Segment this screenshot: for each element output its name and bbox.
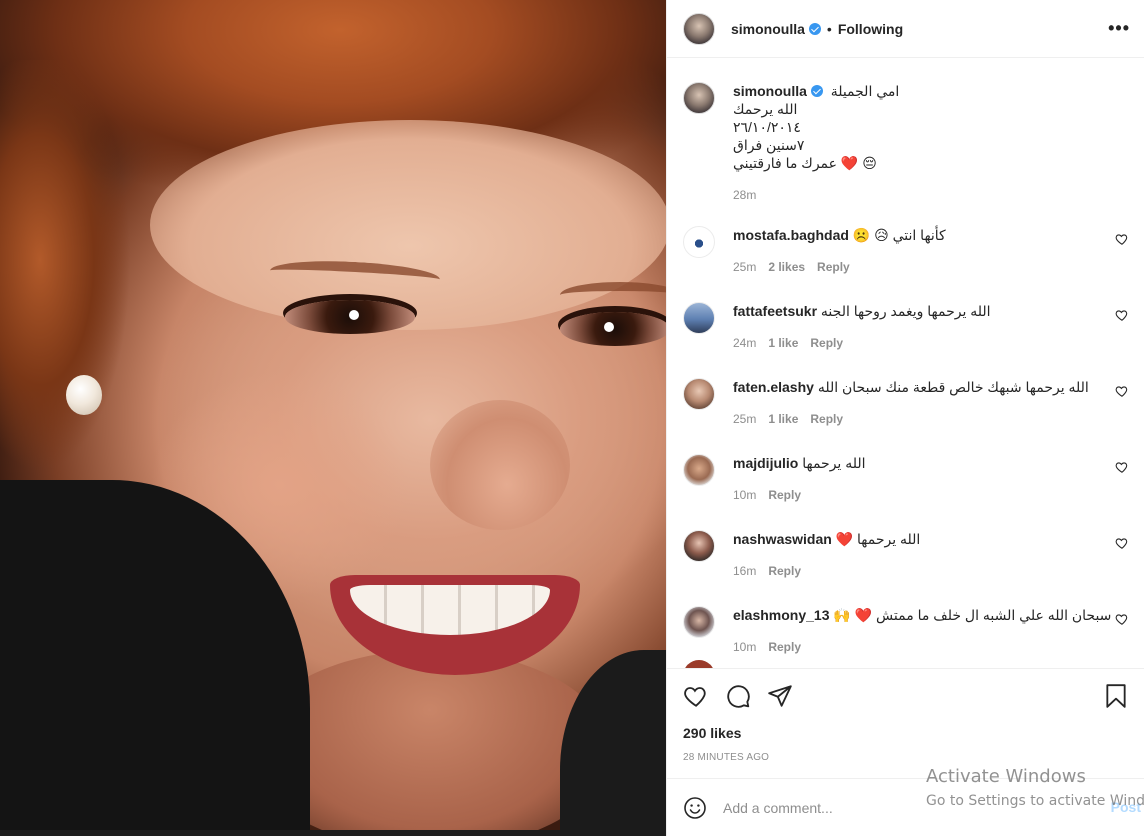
save-icon[interactable] <box>1103 683 1129 709</box>
comment-icon[interactable] <box>725 683 751 709</box>
comment-likes[interactable]: 1 like <box>768 410 798 428</box>
post-photo[interactable] <box>0 0 666 830</box>
commenter-avatar[interactable] <box>683 226 715 258</box>
comment-like-icon[interactable] <box>1115 308 1129 322</box>
comment-time[interactable]: 24m <box>733 334 756 352</box>
comment-time[interactable]: 10m <box>733 638 756 656</box>
comment-item: majdijulio الله يرحمها 10m Reply <box>683 454 1129 504</box>
caption-username[interactable]: simonoulla <box>733 83 807 99</box>
comment-time[interactable]: 16m <box>733 562 756 580</box>
comment-text: الله يرحمها <box>802 455 866 471</box>
comment-like-icon[interactable] <box>1115 612 1129 626</box>
caption-avatar[interactable] <box>683 82 715 114</box>
commenter-avatar[interactable] <box>683 530 715 562</box>
caption-line: امي الجميلة <box>830 83 900 99</box>
comment-text: 🙌 ❤️ سبحان الله علي الشبه ال خلف ما ممتش <box>833 607 1112 623</box>
next-comment-clipped <box>683 658 1123 668</box>
reply-button[interactable]: Reply <box>810 334 843 352</box>
comment-item: faten.elashy الله يرحمها شبهك خالص قطعة … <box>683 378 1129 428</box>
comment-text: الله يرحمها ويغمد روحها الجنه <box>820 303 991 319</box>
comment-username[interactable]: mostafa.baghdad <box>733 227 849 243</box>
post-comment-button[interactable]: Post <box>1111 799 1141 815</box>
commenter-avatar[interactable] <box>683 454 715 486</box>
comment-username[interactable]: fattafeetsukr <box>733 303 817 319</box>
post-timestamp[interactable]: 28 MINUTES AGO <box>683 752 1129 763</box>
photo-eye-right <box>560 312 666 346</box>
emoji-icon[interactable] <box>683 796 707 820</box>
taskbar-strip <box>0 830 666 836</box>
comment-likes[interactable]: 2 likes <box>768 258 805 276</box>
add-comment-bar: Add a comment... Post <box>667 778 1144 836</box>
reply-button[interactable]: Reply <box>768 486 801 504</box>
caption-line: ٢٦/١٠/٢٠١٤ <box>733 119 801 135</box>
reply-button[interactable]: Reply <box>768 562 801 580</box>
caption-time[interactable]: 28m <box>733 186 756 204</box>
post-header: simonoulla • Following ••• <box>667 0 1144 58</box>
photo-eye-left <box>285 300 415 334</box>
commenter-avatar[interactable] <box>683 378 715 410</box>
photo-earring <box>66 375 102 415</box>
more-options-icon[interactable]: ••• <box>1108 18 1130 39</box>
author-username[interactable]: simonoulla <box>731 21 805 37</box>
caption: simonoulla امي الجميلة الله يرحمك ٢٦/١٠/… <box>683 82 1129 204</box>
comment-username[interactable]: nashwaswidan <box>733 531 832 547</box>
like-icon[interactable] <box>683 683 709 709</box>
verified-badge-icon <box>808 22 821 35</box>
caption-line: الله يرحمك <box>733 101 798 117</box>
following-button[interactable]: Following <box>838 21 903 37</box>
comment-item: nashwaswidan ❤️ الله يرحمها 16m Reply <box>683 530 1129 580</box>
comment-time[interactable]: 25m <box>733 410 756 428</box>
share-icon[interactable] <box>767 683 793 709</box>
post-actions: 290 likes 28 MINUTES AGO <box>667 668 1144 778</box>
post-panel: simonoulla • Following ••• simonoulla ام… <box>666 0 1144 836</box>
caption-line: ٧سنين فراق <box>733 137 805 153</box>
reply-button[interactable]: Reply <box>768 638 801 656</box>
comments-list[interactable]: simonoulla امي الجميلة الله يرحمك ٢٦/١٠/… <box>667 58 1144 668</box>
comment-text: ❤️ الله يرحمها <box>835 531 921 547</box>
comment-like-icon[interactable] <box>1115 232 1129 246</box>
caption-line: 😔 ❤️ عمرك ما فارقتيني <box>733 155 877 171</box>
comment-like-icon[interactable] <box>1115 384 1129 398</box>
likes-count[interactable]: 290 likes <box>683 725 1129 741</box>
separator-dot: • <box>826 20 832 37</box>
comment-item: elashmony_13 🙌 ❤️ سبحان الله علي الشبه ا… <box>683 606 1129 656</box>
comment-item: mostafa.baghdad ☹️ 😥 كأنها انتي 25m 2 li… <box>683 226 1129 276</box>
comment-username[interactable]: majdijulio <box>733 455 798 471</box>
comment-like-icon[interactable] <box>1115 536 1129 550</box>
comment-time[interactable]: 25m <box>733 258 756 276</box>
commenter-avatar[interactable] <box>683 302 715 334</box>
comment-likes[interactable]: 1 like <box>768 334 798 352</box>
comment-username[interactable]: faten.elashy <box>733 379 814 395</box>
comment-text: الله يرحمها شبهك خالص قطعة منك سبحان الل… <box>817 379 1089 395</box>
commenter-avatar[interactable] <box>683 606 715 638</box>
reply-button[interactable]: Reply <box>817 258 850 276</box>
verified-badge-icon <box>810 85 823 97</box>
comment-item: fattafeetsukr الله يرحمها ويغمد روحها ال… <box>683 302 1129 352</box>
reply-button[interactable]: Reply <box>810 410 843 428</box>
comment-input[interactable]: Add a comment... <box>723 800 1129 816</box>
comment-time[interactable]: 10m <box>733 486 756 504</box>
author-avatar[interactable] <box>683 12 715 45</box>
comment-like-icon[interactable] <box>1115 460 1129 474</box>
comment-username[interactable]: elashmony_13 <box>733 607 830 623</box>
comment-text: ☹️ 😥 كأنها انتي <box>852 227 946 243</box>
